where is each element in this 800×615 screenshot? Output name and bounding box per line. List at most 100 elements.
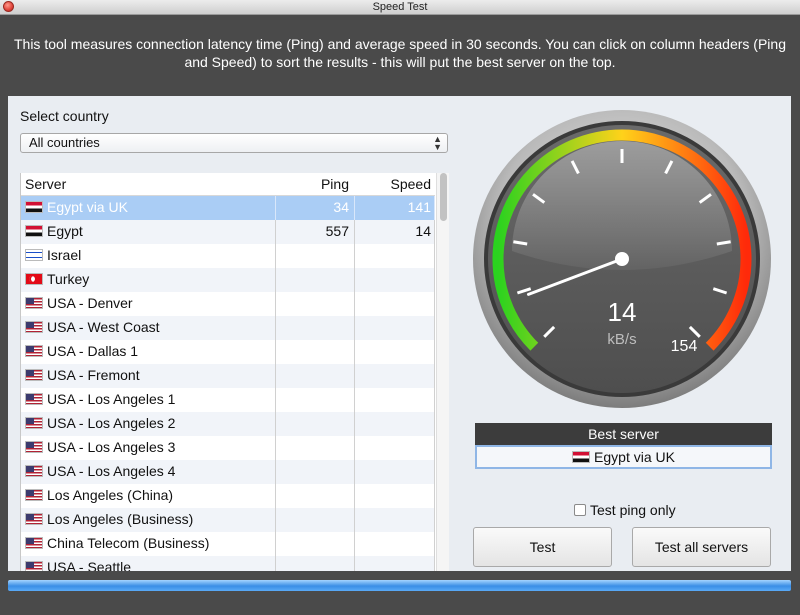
egypt-flag-icon: [572, 451, 591, 463]
column-divider: [275, 388, 276, 412]
row-speed: 141: [407, 199, 431, 215]
speed-gauge: 14 kB/s 154: [473, 110, 771, 408]
column-divider: [434, 292, 435, 316]
row-server: Los Angeles (Business): [25, 511, 193, 527]
row-server: USA - Los Angeles 4: [25, 463, 175, 479]
server-name: Egypt via UK: [47, 199, 128, 215]
server-table: Server Ping Speed Egypt via UK 34 141 Egypt…: [20, 173, 449, 571]
row-server: Egypt: [25, 223, 83, 239]
column-divider: [434, 220, 435, 244]
country-select[interactable]: All countries ▲ ▼: [20, 133, 448, 153]
column-divider: [275, 484, 276, 508]
server-name: USA - Seattle: [47, 559, 132, 571]
us-flag-icon: [25, 345, 43, 357]
us-flag-icon: [25, 417, 43, 429]
column-divider: [275, 412, 276, 436]
column-divider: [354, 292, 355, 316]
us-flag-icon: [25, 297, 43, 309]
column-divider: [275, 364, 276, 388]
main-panel: Select country All countries ▲ ▼ Server P…: [8, 96, 791, 571]
column-divider: [275, 436, 276, 460]
best-server-header: Best server: [475, 423, 772, 445]
table-row[interactable]: USA - Denver: [21, 292, 435, 316]
country-select-value: All countries: [29, 135, 100, 150]
table-header: Server Ping Speed: [21, 173, 435, 196]
gauge-needle-hub: [615, 252, 629, 266]
row-server: USA - Dallas 1: [25, 343, 138, 359]
scrollbar-thumb[interactable]: [440, 173, 447, 221]
us-flag-icon: [25, 321, 43, 333]
ping-only-label: Test ping only: [590, 502, 676, 518]
column-divider: [354, 460, 355, 484]
row-server: Turkey: [25, 271, 89, 287]
column-divider: [434, 340, 435, 364]
column-divider: [354, 508, 355, 532]
table-row[interactable]: Egypt via UK 34 141: [21, 196, 435, 220]
column-divider: [354, 484, 355, 508]
us-flag-icon: [25, 465, 43, 477]
table-row[interactable]: Los Angeles (Business): [21, 508, 435, 532]
server-name: China Telecom (Business): [47, 535, 210, 551]
column-divider: [354, 436, 355, 460]
column-divider: [434, 196, 435, 220]
table-row[interactable]: USA - Los Angeles 1: [21, 388, 435, 412]
us-flag-icon: [25, 393, 43, 405]
table-row[interactable]: USA - West Coast: [21, 316, 435, 340]
table-row[interactable]: USA - Los Angeles 3: [21, 436, 435, 460]
server-name: Egypt: [47, 223, 83, 239]
table-row[interactable]: Israel: [21, 244, 435, 268]
select-country-label: Select country: [20, 108, 109, 124]
il-flag-icon: [25, 249, 43, 261]
row-server: USA - Seattle: [25, 559, 131, 571]
best-server-field[interactable]: Egypt via UK: [475, 445, 772, 469]
row-server: USA - Denver: [25, 295, 133, 311]
column-divider: [434, 316, 435, 340]
column-divider: [275, 292, 276, 316]
column-divider: [275, 532, 276, 556]
table-row[interactable]: USA - Dallas 1: [21, 340, 435, 364]
column-divider: [275, 268, 276, 292]
column-divider: [434, 436, 435, 460]
table-row[interactable]: Los Angeles (China): [21, 484, 435, 508]
server-name: USA - Fremont: [47, 367, 140, 383]
column-divider: [354, 244, 355, 268]
row-server: USA - Los Angeles 2: [25, 415, 175, 431]
table-row[interactable]: USA - Los Angeles 4: [21, 460, 435, 484]
server-name: USA - Los Angeles 1: [47, 391, 176, 407]
header-speed[interactable]: Speed: [356, 176, 431, 192]
description-text: This tool measures connection latency ti…: [0, 15, 800, 95]
us-flag-icon: [25, 489, 43, 501]
checkbox-icon[interactable]: [574, 504, 586, 516]
table-row[interactable]: Egypt 557 14: [21, 220, 435, 244]
column-divider: [354, 316, 355, 340]
column-divider: [434, 532, 435, 556]
column-divider: [354, 220, 355, 244]
table-row[interactable]: USA - Los Angeles 2: [21, 412, 435, 436]
ping-only-checkbox[interactable]: Test ping only: [574, 502, 676, 518]
server-name: USA - Dallas 1: [47, 343, 139, 359]
column-divider: [275, 316, 276, 340]
test-all-servers-button[interactable]: Test all servers: [632, 527, 771, 567]
table-row[interactable]: China Telecom (Business): [21, 532, 435, 556]
row-speed: 14: [415, 223, 431, 239]
column-divider: [275, 508, 276, 532]
eg-flag-icon: [25, 225, 43, 237]
table-row[interactable]: USA - Seattle: [21, 556, 435, 571]
us-flag-icon: [25, 441, 43, 453]
tr-flag-icon: [25, 273, 43, 285]
test-button[interactable]: Test: [473, 527, 612, 567]
row-ping: 557: [325, 223, 349, 239]
close-icon[interactable]: [3, 1, 14, 12]
header-ping[interactable]: Ping: [279, 176, 349, 192]
row-ping: 34: [333, 199, 349, 215]
us-flag-icon: [25, 513, 43, 525]
column-divider: [434, 364, 435, 388]
column-divider: [354, 340, 355, 364]
header-server[interactable]: Server: [25, 176, 66, 192]
table-scrollbar[interactable]: [436, 173, 449, 571]
table-row[interactable]: USA - Fremont: [21, 364, 435, 388]
column-divider: [275, 556, 276, 571]
table-row[interactable]: Turkey: [21, 268, 435, 292]
column-divider: [434, 388, 435, 412]
column-divider: [434, 268, 435, 292]
